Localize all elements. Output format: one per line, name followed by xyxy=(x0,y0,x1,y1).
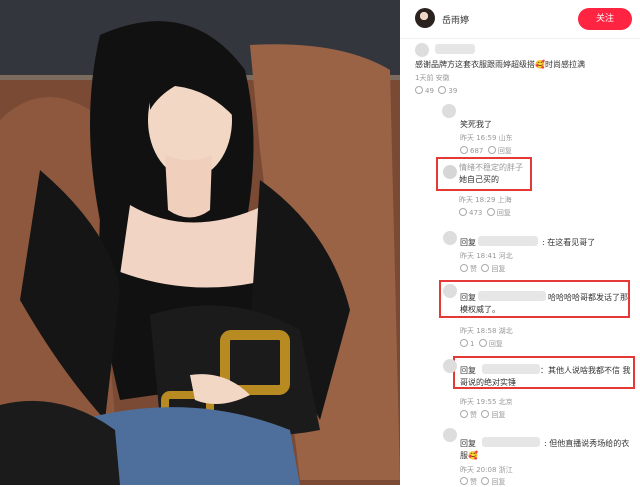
blurred-username xyxy=(482,364,540,374)
commenter-avatar[interactable] xyxy=(442,104,456,118)
post-header: 岳雨婷 关注 xyxy=(400,0,640,39)
blurred-username xyxy=(478,291,546,301)
like-label: 赞 xyxy=(470,265,477,273)
like-icon[interactable] xyxy=(460,339,468,347)
comment-meta: 昨天 16:59 山东 xyxy=(460,134,513,142)
like-icon[interactable] xyxy=(460,264,468,272)
comment-text: : 在这看见哥了 xyxy=(542,238,596,247)
reply-count: 39 xyxy=(448,87,458,95)
reply-icon[interactable] xyxy=(478,339,487,347)
reply-label: 回复 xyxy=(497,147,512,155)
reply-icon[interactable] xyxy=(486,208,495,216)
reply-label: 回复 xyxy=(488,340,503,348)
reply-icon[interactable] xyxy=(481,477,490,485)
comment-text: ：其他人说啥我都不信 我 xyxy=(540,366,631,375)
like-icon[interactable] xyxy=(459,208,467,216)
comment-meta: 1天前 安徽 xyxy=(415,74,450,82)
like-icon[interactable] xyxy=(415,86,423,94)
reply-label: 回复 xyxy=(491,411,506,419)
comment-meta: 昨天 19:55 北京 xyxy=(460,398,513,406)
like-icon[interactable] xyxy=(460,477,468,485)
fashion-photo-illustration xyxy=(0,0,400,485)
like-count: 1 xyxy=(470,340,475,348)
reply-icon[interactable] xyxy=(481,264,490,272)
like-count: 473 xyxy=(469,209,483,217)
comment-meta: 昨天 20:08 浙江 xyxy=(460,466,513,474)
commenter-avatar[interactable] xyxy=(443,359,457,373)
commenter-avatar[interactable] xyxy=(443,284,457,298)
comment-actions: 473 回复 xyxy=(459,208,511,218)
comment-reply-prefix: 回复 xyxy=(460,238,476,247)
comment-text-continued: 哥说的绝对实锤 xyxy=(460,378,516,387)
comment-text: 感谢品牌方这套衣服跟雨婷超级搭🥰时尚感拉满 xyxy=(415,60,585,69)
reply-icon[interactable] xyxy=(438,86,447,94)
reply-label: 回复 xyxy=(496,209,511,217)
author-avatar[interactable] xyxy=(415,8,435,28)
comment-reply-prefix: 回复 xyxy=(460,439,476,448)
comment-reply-prefix: 回复 xyxy=(460,366,476,375)
comment-text: 笑死我了 xyxy=(460,120,492,129)
comment-meta: 昨天 18:58 湖北 xyxy=(460,327,513,335)
reply-icon[interactable] xyxy=(481,410,490,418)
comment-panel: 岳雨婷 关注 感谢品牌方这套衣服跟雨婷超级搭🥰时尚感拉满 1天前 安徽 49 3… xyxy=(400,0,640,487)
reply-label: 回复 xyxy=(491,265,506,273)
comment-meta: 昨天 18:41 河北 xyxy=(460,252,513,260)
comment-actions: 赞 回复 xyxy=(460,264,505,274)
reply-icon[interactable] xyxy=(487,146,496,154)
comment-text-continued: 服🥰 xyxy=(460,451,478,460)
commenter-avatar[interactable] xyxy=(443,231,457,245)
comment-text: : 但他直播说秀场给的衣 xyxy=(544,439,630,448)
commenter-avatar[interactable] xyxy=(443,428,457,442)
comment-text: 哈哈哈哈哥都发话了那 xyxy=(548,293,628,302)
comment-text-continued: 模权威了。 xyxy=(460,305,500,314)
comment-actions: 687 回复 xyxy=(460,146,512,156)
like-icon[interactable] xyxy=(460,410,468,418)
comment-meta: 昨天 18:29 上海 xyxy=(459,196,512,204)
commenter-avatar[interactable] xyxy=(415,43,429,57)
like-count: 687 xyxy=(470,147,484,155)
comment-actions: 赞 回复 xyxy=(460,477,505,487)
comment-actions: 49 39 xyxy=(415,86,457,95)
like-icon[interactable] xyxy=(460,146,468,154)
follow-button[interactable]: 关注 xyxy=(578,8,632,30)
comment-username[interactable]: 情绪不稳定的胖子 xyxy=(459,162,523,173)
blurred-username xyxy=(478,236,538,246)
like-count: 49 xyxy=(425,87,434,95)
blurred-username xyxy=(435,44,475,54)
comment-actions: 赞 回复 xyxy=(460,410,505,420)
blurred-username xyxy=(482,437,540,447)
author-name[interactable]: 岳雨婷 xyxy=(442,13,469,26)
post-photo[interactable] xyxy=(0,0,400,485)
like-label: 赞 xyxy=(470,411,477,419)
comment-text: 她自己买的 xyxy=(459,175,499,184)
commenter-avatar[interactable] xyxy=(443,165,457,179)
comment-reply-prefix: 回复 xyxy=(460,293,476,302)
comment-actions: 1 回复 xyxy=(460,339,503,349)
